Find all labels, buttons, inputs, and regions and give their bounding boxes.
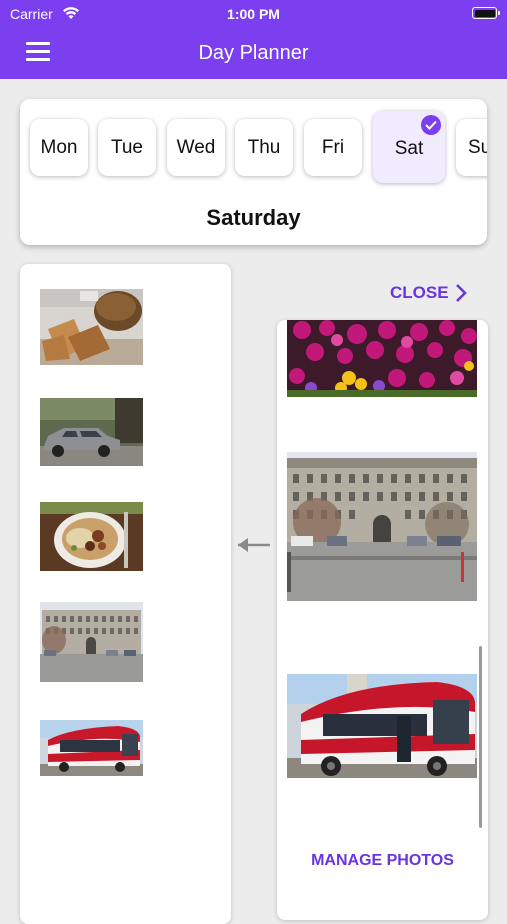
day-label: Thu — [247, 136, 281, 158]
building-photo[interactable] — [40, 602, 143, 682]
day-label: Wed — [176, 136, 216, 158]
status-bar: Carrier 1:00 PM — [0, 0, 507, 28]
photo-gallery[interactable]: MANAGE PHOTOS — [277, 320, 488, 920]
clock: 1:00 PM — [227, 6, 280, 22]
manage-photos-button[interactable]: MANAGE PHOTOS — [277, 852, 488, 870]
day-label: Tue — [110, 136, 144, 158]
checkmark-icon — [421, 115, 441, 135]
close-label: CLOSE — [390, 283, 449, 302]
day-sun-button[interactable]: Su — [456, 119, 487, 176]
day-label: Mon — [40, 136, 78, 158]
day-selector-card: Mon Tue Wed Thu Fri Sat Su Saturday — [20, 99, 487, 245]
day-scroller[interactable]: Mon Tue Wed Thu Fri Sat Su — [20, 99, 487, 194]
day-wed-button[interactable]: Wed — [167, 119, 225, 176]
bus-photo[interactable] — [287, 674, 477, 778]
food-plate-photo[interactable] — [40, 502, 143, 571]
day-label: Sat — [394, 138, 424, 159]
day-label: Fri — [321, 136, 345, 158]
day-sat-button[interactable]: Sat — [373, 111, 445, 183]
day-tue-button[interactable]: Tue — [98, 119, 156, 176]
battery-icon — [472, 7, 500, 19]
page-title: Day Planner — [198, 42, 309, 64]
day-label: Su — [468, 136, 487, 158]
day-thu-button[interactable]: Thu — [235, 119, 293, 176]
bus-photo[interactable] — [40, 720, 143, 776]
day-fri-button[interactable]: Fri — [304, 119, 362, 176]
building-photo[interactable] — [287, 452, 477, 601]
bread-photo[interactable] — [40, 289, 143, 365]
day-photo-list[interactable] — [20, 264, 231, 924]
day-mon-button[interactable]: Mon — [30, 119, 88, 176]
flowers-photo[interactable] — [287, 320, 477, 397]
top-bar: Carrier 1:00 PM Day Planner — [0, 0, 507, 79]
scrollbar[interactable] — [479, 646, 482, 828]
car-photo[interactable] — [40, 398, 143, 466]
arrow-left-icon — [238, 538, 270, 552]
chevron-right-icon — [455, 284, 467, 302]
close-button[interactable]: CLOSE — [390, 283, 467, 303]
selected-day-title: Saturday — [206, 205, 301, 230]
